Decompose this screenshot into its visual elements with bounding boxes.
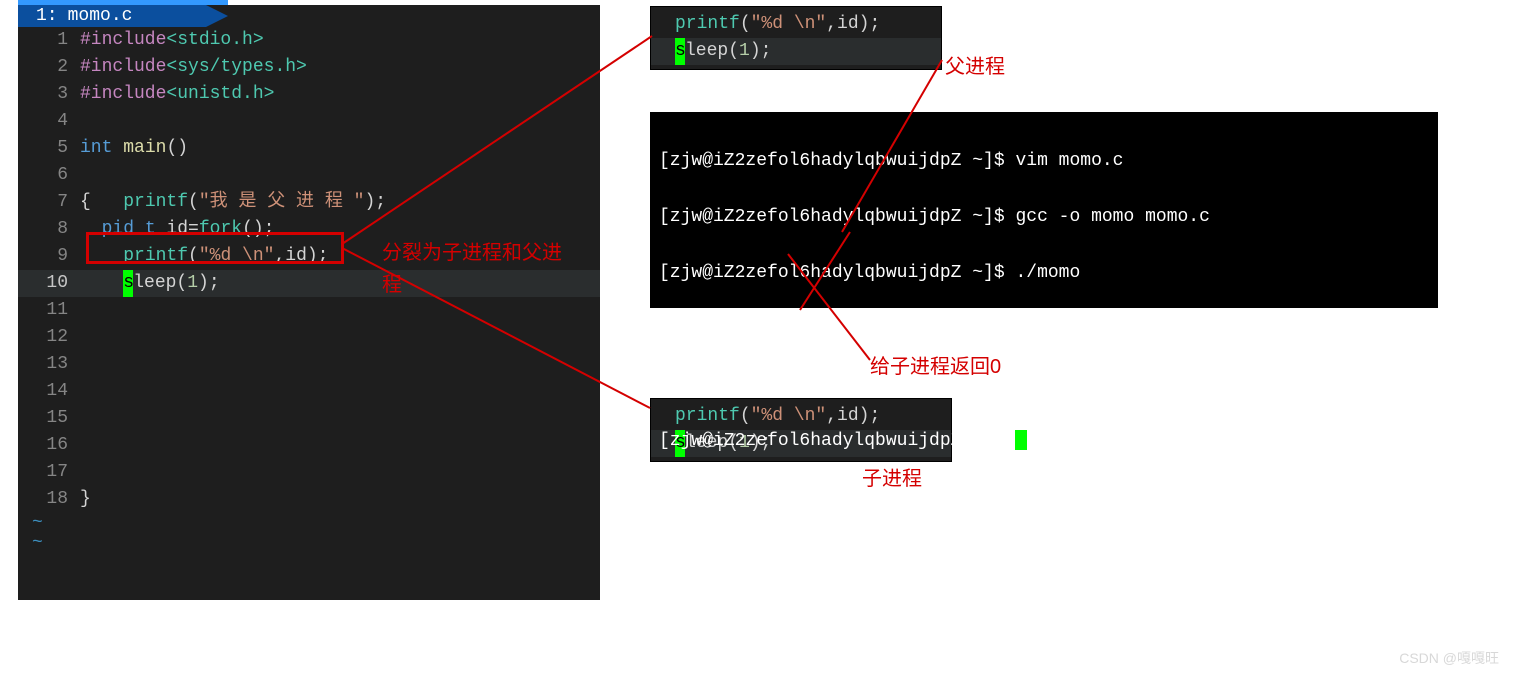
terminal-output: 我 是 父 进 程 0 bbox=[659, 371, 1429, 399]
line-number: 1 bbox=[18, 27, 80, 54]
terminal-line: [zjw@iZ2zefol6hadylqbwuijdpZ ~]$ ./momo bbox=[659, 259, 1429, 287]
code-line-current[interactable]: 10 sleep(1); bbox=[18, 270, 600, 297]
code-line[interactable]: 16 bbox=[18, 432, 600, 459]
annotation-parent: 父进程 bbox=[945, 50, 1005, 79]
code-line[interactable]: 4 bbox=[18, 108, 600, 135]
code-line[interactable]: 3 #include<unistd.h> bbox=[18, 81, 600, 108]
code-line[interactable]: 8 pid_t id=fork(); bbox=[18, 216, 600, 243]
code-line[interactable]: 13 bbox=[18, 351, 600, 378]
watermark: CSDN @嘎嘎旺 bbox=[1399, 648, 1499, 668]
tab-number: 1: bbox=[22, 5, 68, 27]
code-line[interactable]: 5 int main() bbox=[18, 135, 600, 162]
tab-filename: momo.c bbox=[68, 5, 133, 27]
code-line[interactable]: 14 bbox=[18, 378, 600, 405]
terminal-output: 我 是 父 进 程 8343 bbox=[659, 315, 1429, 343]
editor-tab[interactable]: 1: momo.c bbox=[18, 5, 206, 27]
cursor-icon: s bbox=[675, 38, 685, 65]
tab-arrow-icon bbox=[206, 5, 228, 27]
code-line[interactable]: 11 bbox=[18, 297, 600, 324]
code-line[interactable]: 12 bbox=[18, 324, 600, 351]
terminal-line: [zjw@iZ2zefol6hadylqbwuijdpZ ~]$ bbox=[659, 427, 1429, 455]
code-line[interactable]: 7 { printf("我 是 父 进 程 "); bbox=[18, 189, 600, 216]
code-line[interactable]: 15 bbox=[18, 405, 600, 432]
terminal-line: [zjw@iZ2zefol6hadylqbwuijdpZ ~]$ vim mom… bbox=[659, 147, 1429, 175]
terminal[interactable]: [zjw@iZ2zefol6hadylqbwuijdpZ ~]$ vim mom… bbox=[650, 112, 1438, 308]
code-editor[interactable]: 1: momo.c 1 #include<stdio.h> 2 #include… bbox=[18, 5, 600, 600]
code-line[interactable]: 6 bbox=[18, 162, 600, 189]
tilde-empty: ~ bbox=[18, 513, 600, 533]
terminal-cursor-icon bbox=[1015, 430, 1027, 450]
code-line[interactable]: 18} bbox=[18, 486, 600, 513]
tilde-empty: ~ bbox=[18, 533, 600, 553]
code-line[interactable]: 2 #include<sys/types.h> bbox=[18, 54, 600, 81]
code-line[interactable]: 17 bbox=[18, 459, 600, 486]
code-line[interactable]: 1 #include<stdio.h> bbox=[18, 27, 600, 54]
terminal-line: [zjw@iZ2zefol6hadylqbwuijdpZ ~]$ gcc -o … bbox=[659, 203, 1429, 231]
cursor-icon: s bbox=[123, 270, 133, 297]
code-snippet-parent: printf("%d \n",id); sleep(1); bbox=[650, 6, 942, 70]
code-line[interactable]: 9 printf("%d \n",id); bbox=[18, 243, 600, 270]
